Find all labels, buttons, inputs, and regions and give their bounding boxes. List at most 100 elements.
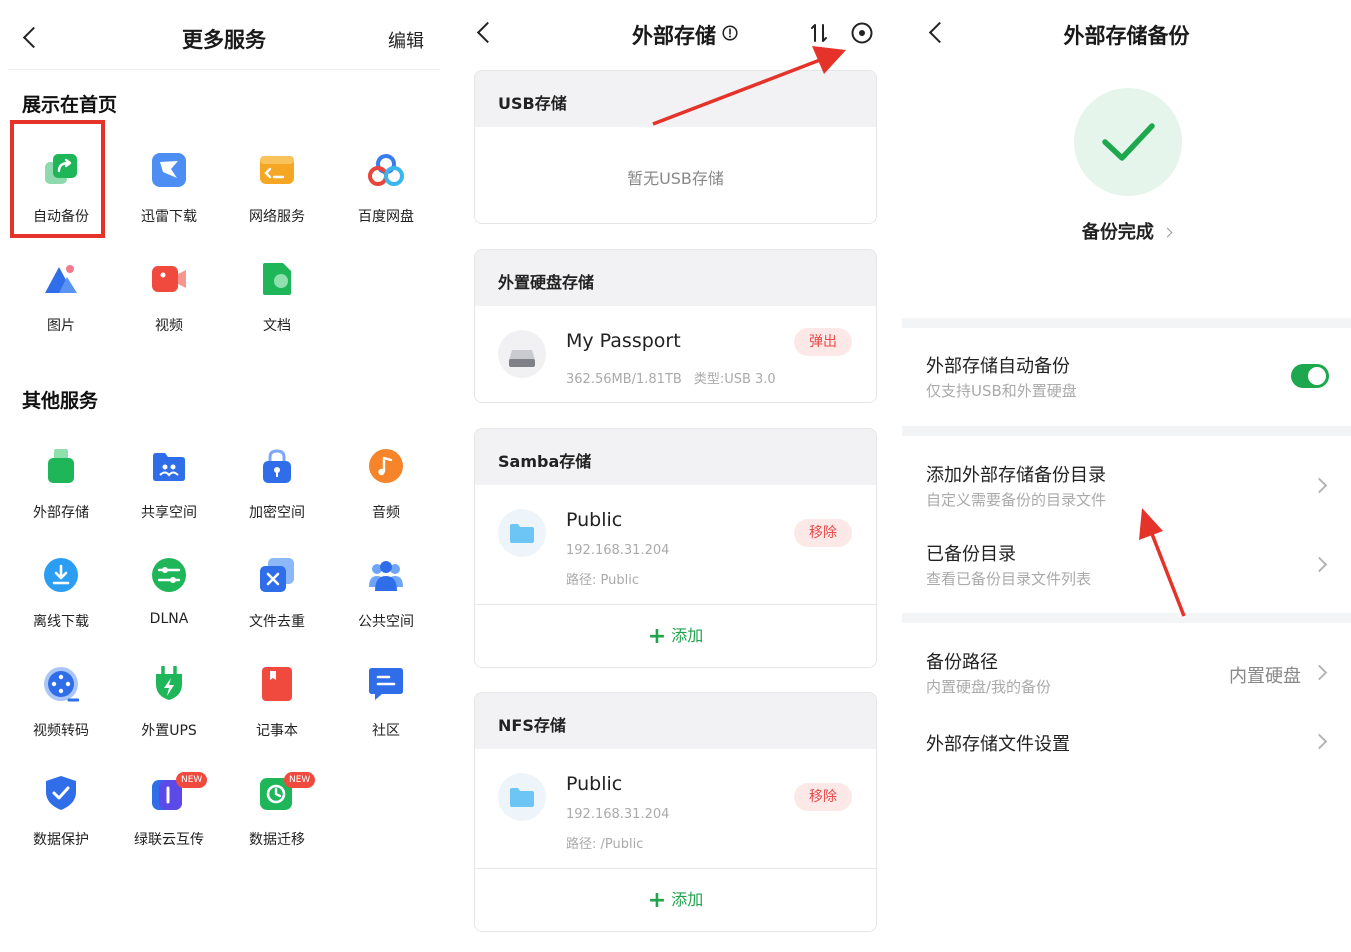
service-label: 外置UPS (141, 723, 197, 739)
shared-space-icon (153, 453, 185, 481)
back-icon[interactable] (476, 21, 499, 44)
service-network[interactable]: 网络服务 (223, 136, 331, 236)
add-nfs-button[interactable]: + 添加 (475, 869, 876, 931)
chevron-right-icon (1311, 556, 1328, 573)
external-storage-icon (48, 449, 74, 483)
video-transcode-icon (44, 667, 79, 702)
service-video-transcode[interactable]: 视频转码 (7, 650, 115, 750)
card-header: Samba存储 (475, 429, 876, 485)
service-label: 共享空间 (141, 505, 197, 521)
service-external-storage[interactable]: 外部存储 (7, 432, 115, 532)
plus-icon: + (647, 888, 667, 913)
service-document[interactable]: 文档 (223, 245, 331, 345)
row-title: 添加外部存储备份目录 (926, 465, 1106, 486)
samba-storage-card: Samba存储 Public 192.168.31.204 路径: Public… (474, 428, 877, 668)
settings-icon[interactable] (850, 21, 874, 45)
service-video[interactable]: 视频 (115, 245, 223, 345)
service-community[interactable]: 社区 (332, 650, 440, 750)
service-label: 社区 (372, 723, 400, 739)
device-row[interactable]: Public 192.168.31.204 路径: /Public 移除 (475, 749, 876, 869)
backup-status-link[interactable]: 备份完成 (902, 218, 1351, 244)
service-label: 数据保护 (33, 832, 89, 848)
divider (902, 613, 1351, 623)
usb-storage-card: USB存储 暂无USB存储 (474, 70, 877, 224)
edit-button[interactable]: 编辑 (388, 27, 424, 53)
card-header: USB存储 (475, 71, 876, 127)
info-icon[interactable] (722, 25, 738, 41)
add-label: 添加 (671, 890, 704, 909)
remove-button[interactable]: 移除 (794, 783, 852, 811)
success-check-icon (1074, 88, 1182, 196)
external-hdd-card: 外置硬盘存储 My Passport 362.56MB/1.81TB 类型:USB… (474, 249, 877, 403)
nfs-storage-card: NFS存储 Public 192.168.31.204 路径: /Public … (474, 692, 877, 932)
device-row[interactable]: My Passport 362.56MB/1.81TB 类型:USB 3.0 弹出 (475, 306, 876, 402)
row-subtitle: 查看已备份目录文件列表 (926, 570, 1092, 588)
service-label: 记事本 (256, 723, 298, 739)
add-samba-button[interactable]: + 添加 (475, 605, 876, 667)
chevron-right-icon (1162, 227, 1173, 238)
service-public-space[interactable]: 公共空间 (332, 541, 440, 641)
service-label: 公共空间 (358, 614, 414, 630)
card-header: NFS存储 (475, 693, 876, 749)
row-title: 已备份目录 (926, 544, 1016, 565)
type-text: 类型:USB 3.0 (693, 372, 776, 387)
dlna-icon (152, 558, 186, 592)
service-auto-backup[interactable]: 自动备份 (7, 136, 115, 236)
service-label: 文件去重 (249, 614, 305, 630)
service-label: 自动备份 (33, 209, 89, 225)
card-header: 外置硬盘存储 (475, 250, 876, 306)
chevron-right-icon (1311, 664, 1328, 681)
service-dlna[interactable]: DLNA (115, 541, 223, 641)
share-ip: 192.168.31.204 (566, 543, 670, 558)
community-icon (369, 668, 403, 700)
xunlei-download-icon (152, 153, 186, 187)
chevron-right-icon (1311, 477, 1328, 494)
file-dedup-icon (260, 558, 294, 592)
service-label: 图片 (47, 318, 75, 334)
service-label: 音频 (372, 505, 400, 521)
share-path: 路径: Public (566, 573, 639, 588)
row-subtitle: 仅支持USB和外置硬盘 (926, 382, 1077, 400)
auto-backup-toggle[interactable] (1291, 364, 1329, 388)
offline-download-icon (44, 558, 78, 592)
service-file-dedup[interactable]: 文件去重 (223, 541, 331, 641)
service-data-protection[interactable]: 数据保护 (7, 759, 115, 859)
service-data-migration[interactable]: NEW 数据迁移 (223, 759, 331, 859)
notepad-icon (262, 667, 292, 701)
service-baidu-netdisk[interactable]: 百度网盘 (332, 136, 440, 236)
service-audio[interactable]: 音频 (332, 432, 440, 532)
service-photos[interactable]: 图片 (7, 245, 115, 345)
service-notepad[interactable]: 记事本 (223, 650, 331, 750)
share-path: 路径: /Public (566, 837, 644, 852)
device-row[interactable]: Public 192.168.31.204 路径: Public 移除 (475, 485, 876, 605)
status-text: 备份完成 (1081, 222, 1154, 243)
more-services-header: 更多服务 编辑 (8, 0, 440, 70)
external-storage-header: 外部存储 (452, 0, 902, 70)
video-icon (152, 266, 186, 292)
row-title: 外部存储自动备份 (926, 356, 1070, 377)
public-space-icon (369, 561, 403, 591)
network-service-icon (260, 156, 294, 184)
row-subtitle: 自定义需要备份的目录文件 (926, 491, 1107, 509)
share-name: Public (566, 773, 623, 795)
service-external-ups[interactable]: 外置UPS (115, 650, 223, 750)
service-label: 迅雷下载 (141, 209, 197, 225)
eject-button[interactable]: 弹出 (794, 328, 852, 356)
external-storage-backup-panel: 外部存储备份 备份完成 外部存储自动备份 仅支持USB和外置硬盘 添加外部存储备… (902, 0, 1351, 952)
baidu-netdisk-icon (368, 154, 404, 186)
service-offline-download[interactable]: 离线下载 (7, 541, 115, 641)
service-ugreen-transfer[interactable]: NEW 绿联云互传 (115, 759, 223, 859)
service-label: 绿联云互传 (134, 832, 204, 848)
service-shared-space[interactable]: 共享空间 (115, 432, 223, 532)
hard-drive-icon (498, 330, 546, 378)
sort-icon[interactable] (808, 22, 830, 44)
row-title: 备份路径 (926, 652, 998, 673)
service-label: 数据迁移 (249, 832, 305, 848)
section-title-other: 其他服务 (22, 390, 99, 412)
service-encrypted-space[interactable]: 加密空间 (223, 432, 331, 532)
remove-button[interactable]: 移除 (794, 519, 852, 547)
service-xunlei-download[interactable]: 迅雷下载 (115, 136, 223, 236)
share-ip: 192.168.31.204 (566, 807, 670, 822)
device-name: My Passport (566, 330, 681, 352)
service-label: 网络服务 (249, 209, 305, 225)
